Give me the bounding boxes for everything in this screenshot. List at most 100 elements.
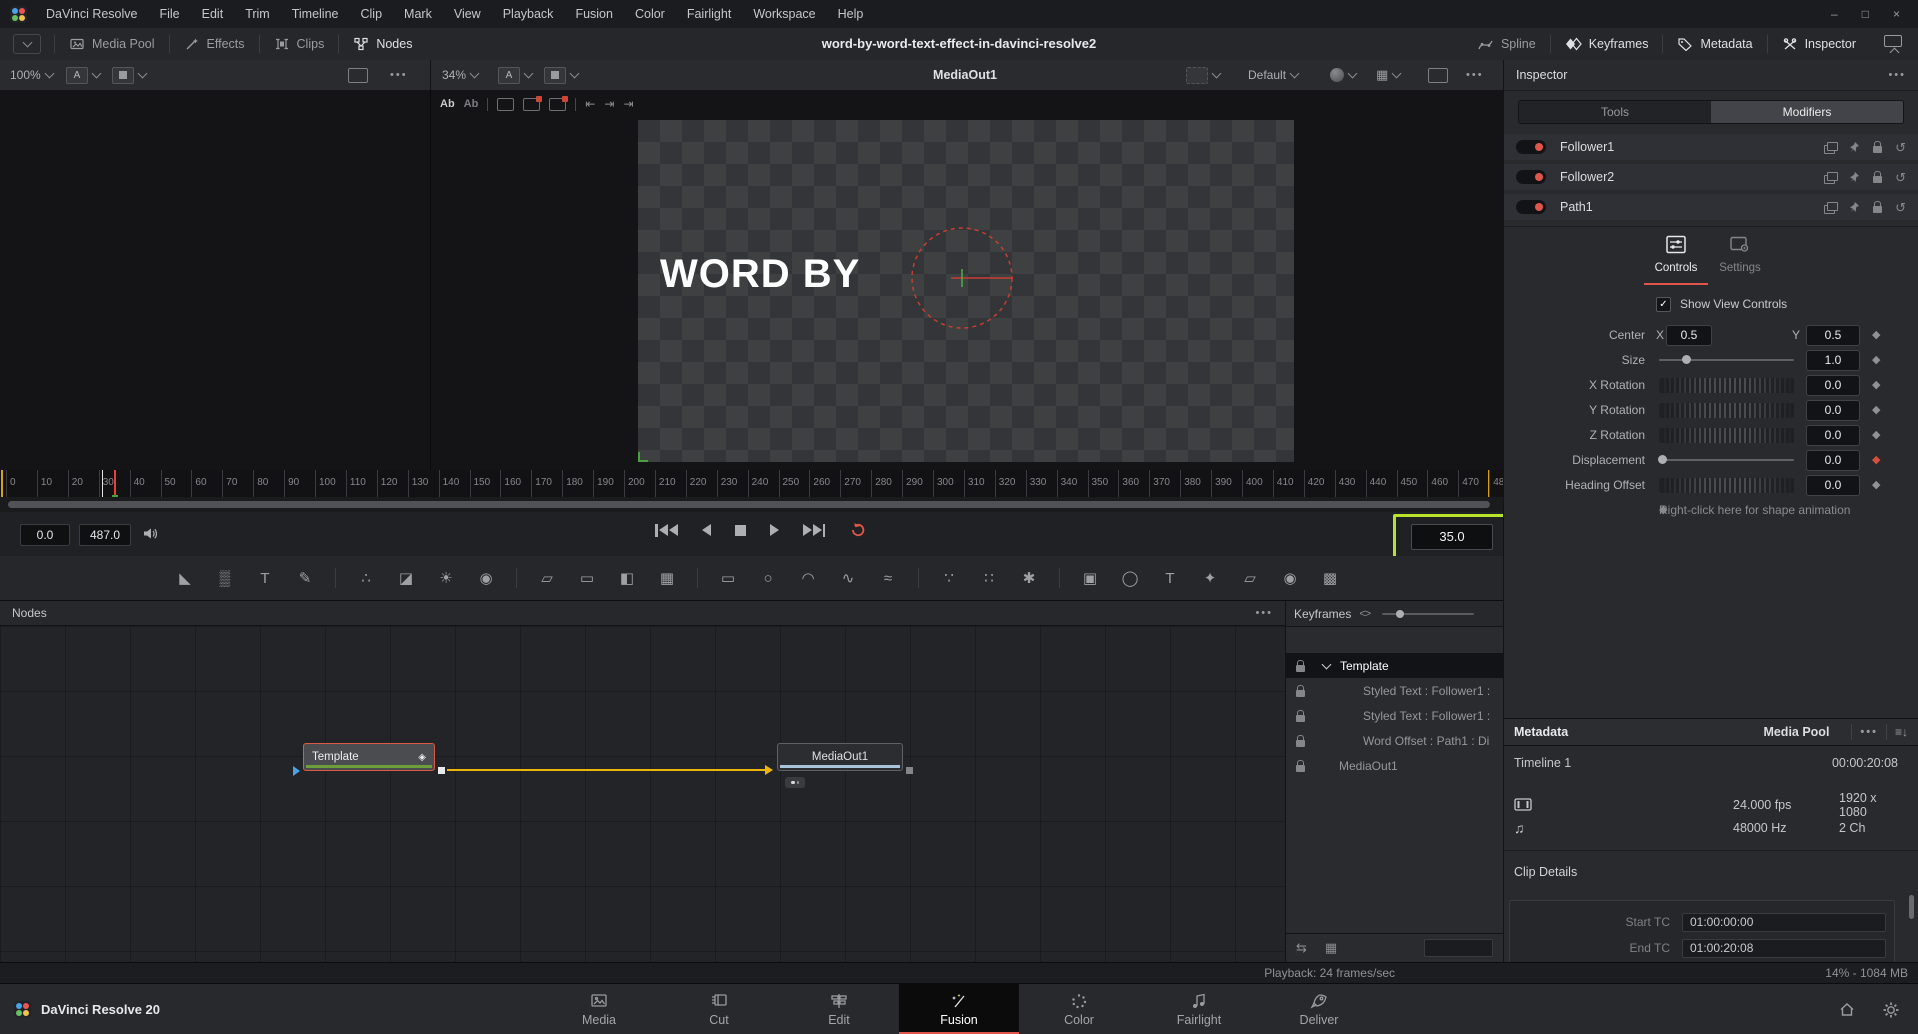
enable-toggle[interactable] (1516, 170, 1546, 184)
menu-item[interactable]: File (148, 0, 190, 28)
menu-item[interactable]: Trim (234, 0, 281, 28)
lock-icon[interactable] (1873, 176, 1882, 183)
maximize-button[interactable]: □ (1862, 7, 1869, 21)
panel-layout-toggle-icon[interactable] (1884, 35, 1904, 53)
copy-icon[interactable] (1824, 145, 1835, 154)
node-graph[interactable]: Template ◈ MediaOut1 (0, 626, 1285, 962)
menu-item[interactable]: Mark (393, 0, 443, 28)
node-template[interactable]: Template ◈ (303, 743, 435, 771)
spreadsheet-icon[interactable]: ▦ (1325, 940, 1337, 956)
spline-button[interactable]: Spline (1463, 28, 1550, 60)
sphere3d-icon[interactable]: ◯ (1118, 569, 1142, 587)
reset-icon[interactable]: ↺ (1895, 141, 1906, 154)
menu-item[interactable]: Timeline (281, 0, 350, 28)
keyframes-zoom-slider[interactable] (1382, 613, 1474, 615)
keyframe-row[interactable]: Template (1286, 653, 1503, 678)
composition-canvas[interactable]: WORD BY (638, 120, 1294, 462)
step-forward-icon[interactable]: ⇥ (623, 97, 633, 111)
displacement-slider[interactable] (1659, 459, 1794, 461)
effects-button[interactable]: Effects (170, 28, 259, 60)
keyframe-row[interactable]: Styled Text : Follower1 : (1286, 703, 1503, 728)
mask-wand-icon[interactable]: ≈ (876, 570, 900, 587)
size-field[interactable]: 1.0 (1806, 350, 1860, 371)
renderer3d-icon[interactable]: ▩ (1318, 569, 1342, 587)
z-rotation-wheel[interactable] (1659, 428, 1794, 443)
grid-overlay-button[interactable]: ▦ (1376, 67, 1388, 83)
keyframe-diamond-icon[interactable]: ◆ (1872, 328, 1880, 341)
play-button[interactable] (770, 524, 779, 536)
timeline-scrollbar[interactable] (0, 497, 1503, 512)
left-viewer-display-button[interactable] (112, 67, 134, 84)
mask-polygon-icon[interactable]: ◠ (796, 569, 820, 587)
range-start-marker[interactable] (1, 470, 3, 497)
media-pool-tab[interactable]: Media Pool (1763, 725, 1829, 739)
menu-item[interactable]: DaVinci Resolve (35, 0, 148, 28)
menu-item[interactable]: Help (827, 0, 875, 28)
pin-icon[interactable] (1848, 141, 1860, 153)
tab-modifiers[interactable]: Modifiers (1711, 101, 1903, 123)
menu-item[interactable]: Workspace (742, 0, 826, 28)
tab-deliver[interactable]: Deliver (1259, 984, 1379, 1034)
lut-select[interactable]: Default (1248, 68, 1286, 82)
node-output-port[interactable] (906, 767, 913, 774)
mask-rectangle-icon[interactable]: ▭ (716, 569, 740, 587)
tab-fusion[interactable]: Fusion (899, 984, 1019, 1034)
minimize-button[interactable]: – (1831, 7, 1838, 21)
menu-item[interactable]: Edit (191, 0, 235, 28)
tab-cut[interactable]: Cut (659, 984, 779, 1034)
home-icon[interactable] (1838, 1001, 1856, 1018)
tool-dissolve-icon[interactable]: ◪ (394, 569, 418, 587)
tab-edit[interactable]: Edit (779, 984, 899, 1034)
keyframe-nav-icon[interactable]: <> (1359, 608, 1370, 620)
node-connection[interactable] (447, 769, 765, 771)
menu-item[interactable]: View (443, 0, 492, 28)
lock-icon[interactable] (1873, 146, 1882, 153)
z-rotation-field[interactable]: 0.0 (1806, 425, 1860, 446)
node-output-port[interactable] (438, 767, 445, 774)
tool-paint-icon[interactable]: ✎ (293, 569, 317, 587)
frame-marked-icon[interactable] (523, 98, 540, 111)
path-control-overlay[interactable] (907, 223, 1017, 333)
node-input-port[interactable] (293, 766, 300, 776)
left-viewer-options-button[interactable]: ••• (390, 69, 408, 81)
step-forward-icon[interactable]: ⇥ (604, 97, 614, 111)
render-range-in-field[interactable]: 0.0 (20, 524, 70, 546)
clips-button[interactable]: Clips (260, 28, 339, 60)
go-to-end-button[interactable] (803, 524, 826, 537)
lock-icon[interactable] (1873, 206, 1882, 213)
enable-toggle[interactable] (1516, 200, 1546, 214)
modifier-row[interactable]: Follower1 ↺ (1504, 134, 1918, 160)
tool-merge-icon[interactable]: ◧ (615, 569, 639, 587)
center-x-field[interactable]: 0.5 (1666, 325, 1712, 346)
menu-item[interactable]: Fusion (564, 0, 624, 28)
menu-item[interactable]: Fairlight (676, 0, 742, 28)
camera3d-icon[interactable]: ◉ (1278, 569, 1302, 587)
frame-view-icon[interactable] (497, 98, 514, 111)
current-frame-field[interactable]: 35.0 (1411, 524, 1493, 550)
tool-mediain-icon[interactable]: ▦ (655, 569, 679, 587)
inspector-scrollbar[interactable] (1909, 895, 1914, 919)
lock-icon[interactable] (1296, 665, 1305, 672)
keyframe-diamond-icon[interactable]: ◆ (1872, 428, 1880, 441)
left-viewer-zoom[interactable]: 100% (10, 68, 41, 82)
metadata-options-button[interactable]: ••• (1860, 726, 1878, 738)
tab-fairlight[interactable]: Fairlight (1139, 984, 1259, 1034)
keyframe-diamond-active-icon[interactable]: ◆ (1872, 453, 1880, 466)
modifier-row[interactable]: Path1 ↺ (1504, 194, 1918, 220)
tool-blur-icon[interactable]: ◉ (474, 569, 498, 587)
buffer-b-button[interactable]: Ab (464, 98, 479, 110)
right-viewer-expand-button[interactable] (1428, 68, 1448, 83)
stop-button[interactable] (735, 525, 746, 536)
start-tc-field[interactable]: 01:00:00:00 (1682, 913, 1886, 932)
tool-transform-icon[interactable]: ▱ (535, 569, 559, 587)
modifier-row[interactable]: Follower2 ↺ (1504, 164, 1918, 190)
tool-background-icon[interactable]: ◣ (173, 569, 197, 587)
tool-textplus-icon[interactable]: T (253, 570, 277, 587)
render-range-out-field[interactable]: 487.0 (79, 524, 131, 546)
keyframe-step-icon[interactable]: ⇆ (1296, 940, 1307, 956)
tool-resize-icon[interactable]: ▭ (575, 569, 599, 587)
keyframes-button[interactable]: Keyframes (1551, 28, 1663, 60)
particle-emitter-icon[interactable]: ∵ (937, 569, 961, 587)
keyframe-diamond-icon[interactable]: ◆ (1872, 478, 1880, 491)
right-viewer-display-button[interactable] (544, 67, 566, 84)
